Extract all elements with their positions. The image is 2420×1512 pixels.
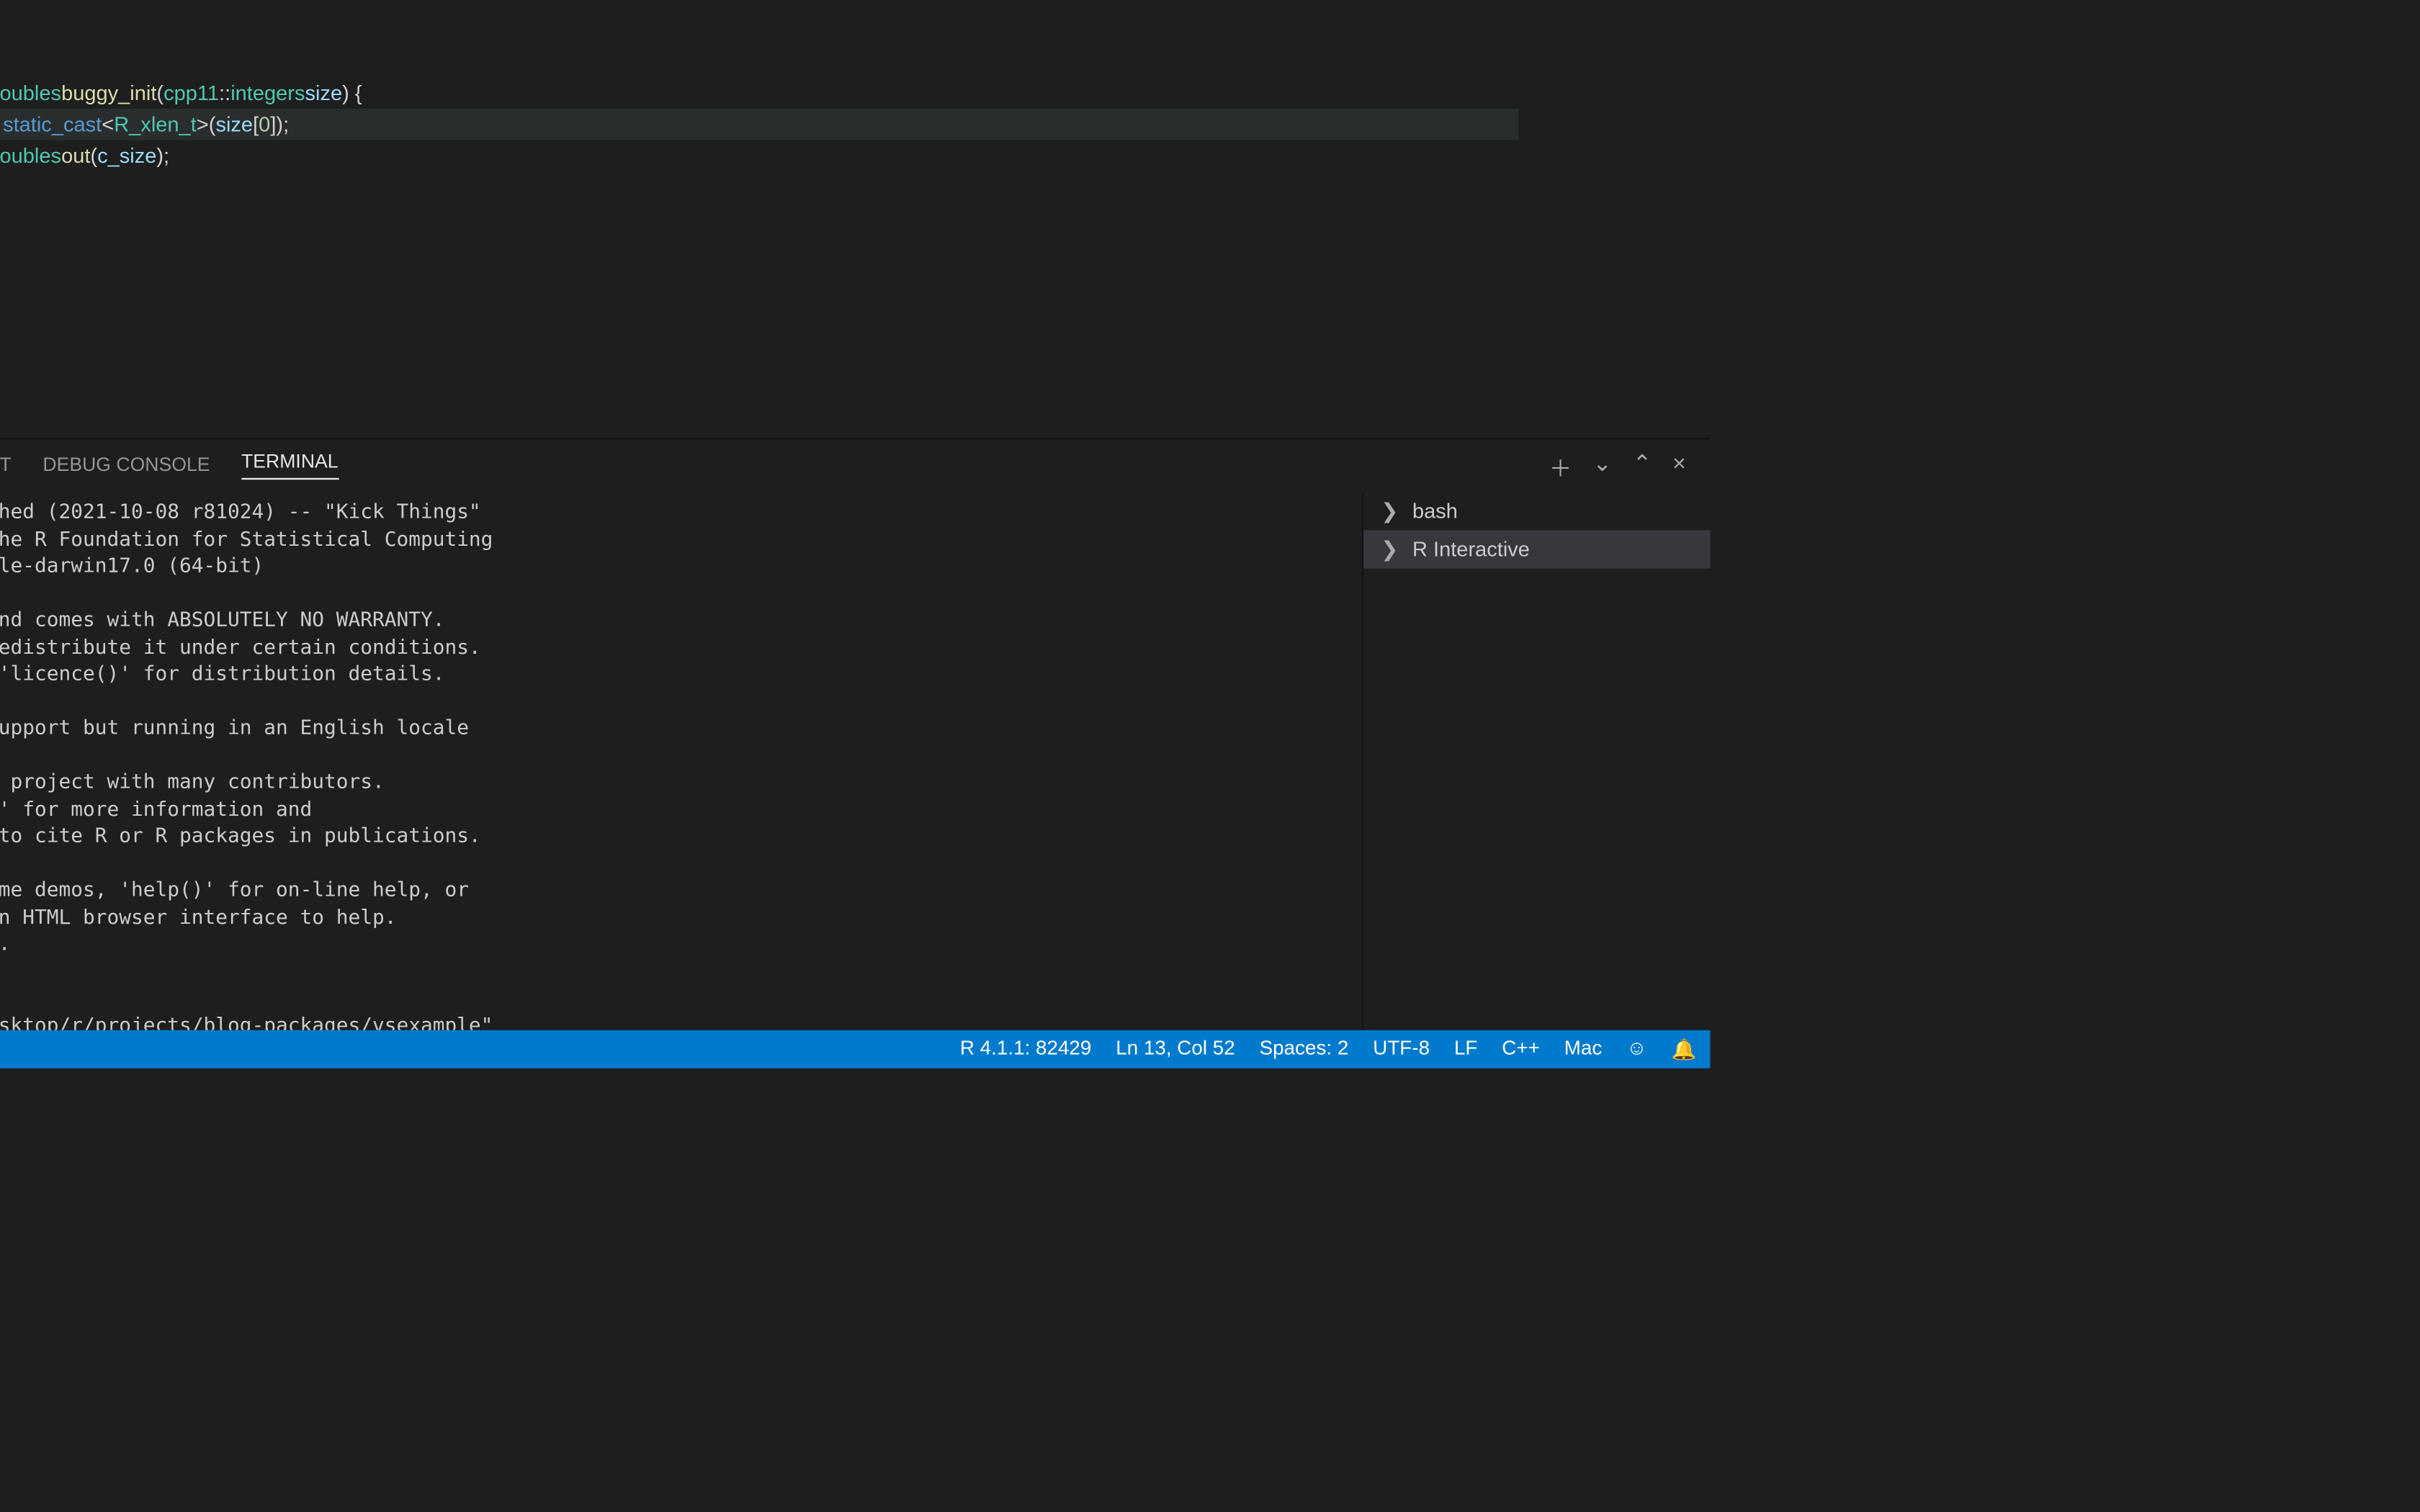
editor-area: C code.cpp × ◫ ⋯ src › Ⓒ code.cpp › ⬠ bu…	[0, 0, 1710, 1030]
panel-tab-debug-console[interactable]: DEBUG CONSOLE	[42, 455, 210, 476]
r-version-status[interactable]: R 4.1.1: 82429	[960, 1039, 1092, 1060]
minimap[interactable]	[1518, 0, 1710, 438]
code-line[interactable]	[0, 14, 1518, 46]
new-terminal-icon[interactable]: ＋	[1549, 449, 1572, 482]
bottom-panel: PROBLEMS1 OUTPUT DEBUG CONSOLE TERMINAL …	[0, 438, 1710, 1030]
language-mode[interactable]: C++	[1502, 1039, 1540, 1060]
panel-tab-terminal[interactable]: TERMINAL	[241, 452, 339, 480]
maximize-panel-icon[interactable]: ⌃	[1633, 449, 1652, 482]
code-line[interactable]: cpp11::writable::doubles out(c_size);	[0, 140, 1518, 172]
feedback-icon[interactable]: ☺	[1626, 1039, 1646, 1060]
code-line[interactable]: }	[0, 234, 1518, 266]
terminal-output[interactable]: R version 4.1.1 Patched (2021-10-08 r810…	[0, 492, 1362, 1030]
terminal-dropdown-icon[interactable]: ⌄	[1592, 449, 1611, 482]
indentation-status[interactable]: Spaces: 2	[1260, 1039, 1349, 1060]
os-status[interactable]: Mac	[1564, 1039, 1603, 1060]
code-line[interactable]: cpp11::writable::doubles buggy_init(cpp1…	[0, 77, 1518, 109]
code-line[interactable]: buggy_fill(out, 2);	[0, 171, 1518, 203]
code-line[interactable]: R_xlen_t c_size = static_cast<R_xlen_t>(…	[0, 109, 1518, 140]
terminal-session-bash[interactable]: ❯bash	[1363, 492, 1710, 530]
cursor-position[interactable]: Ln 13, Col 52	[1116, 1039, 1235, 1060]
close-panel-icon[interactable]: ×	[1672, 449, 1685, 482]
code-line[interactable]: return out;	[0, 203, 1518, 235]
eol-status[interactable]: LF	[1454, 1039, 1477, 1060]
terminal-icon: ❯	[1381, 499, 1398, 523]
terminal-icon: ❯	[1381, 537, 1398, 562]
code-editor[interactable]: #include <cpp11.hpp>void buggy_fill(cpp1…	[0, 0, 1518, 438]
panel-tab-output[interactable]: OUTPUT	[0, 455, 12, 476]
code-line[interactable]: }	[0, 0, 1518, 14]
encoding-status[interactable]: UTF-8	[1373, 1039, 1430, 1060]
code-line[interactable]: [[cpp11::register]]	[0, 46, 1518, 78]
notifications-icon[interactable]: 🔔	[1671, 1037, 1696, 1061]
status-bar: ⇄ ⎇main* ⟳ ⓧ0 ⚠1 R 4.1.1: 82429 Ln 13, C…	[0, 1030, 1710, 1068]
code-line[interactable]	[0, 266, 1518, 297]
terminal-sessions: ❯bash ❯R Interactive	[1362, 492, 1711, 1030]
terminal-session-r[interactable]: ❯R Interactive	[1363, 530, 1710, 568]
